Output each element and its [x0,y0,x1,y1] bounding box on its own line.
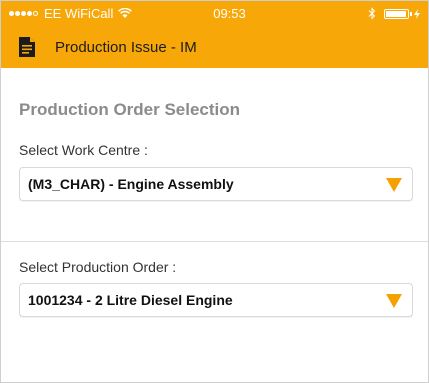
production-order-value: 1001234 - 2 Litre Diesel Engine [28,292,233,308]
work-centre-label: Select Work Centre : [19,142,148,158]
header-title: Production Issue - IM [55,38,197,56]
chevron-down-icon [386,178,402,192]
status-right [368,7,420,20]
production-order-select[interactable]: 1001234 - 2 Litre Diesel Engine [19,283,413,317]
section-divider [1,241,428,242]
production-order-label: Select Production Order : [19,259,177,275]
battery-nub [410,11,412,16]
app-header: Production Issue - IM [1,26,428,68]
bluetooth-icon [368,7,376,20]
battery-level [386,10,406,17]
work-centre-value: (M3_CHAR) - Engine Assembly [28,176,234,192]
charging-icon [414,8,420,19]
page-title: Production Order Selection [19,100,241,119]
document-icon [19,37,35,57]
status-time: 09:53 [213,6,246,21]
status-bar: EE WiFiCall 09:53 [1,1,428,26]
battery-icon [384,8,409,19]
work-centre-select[interactable]: (M3_CHAR) - Engine Assembly [19,167,413,201]
app-screen: EE WiFiCall 09:53 Production Issue - IM … [0,0,429,383]
chevron-down-icon [386,294,402,308]
